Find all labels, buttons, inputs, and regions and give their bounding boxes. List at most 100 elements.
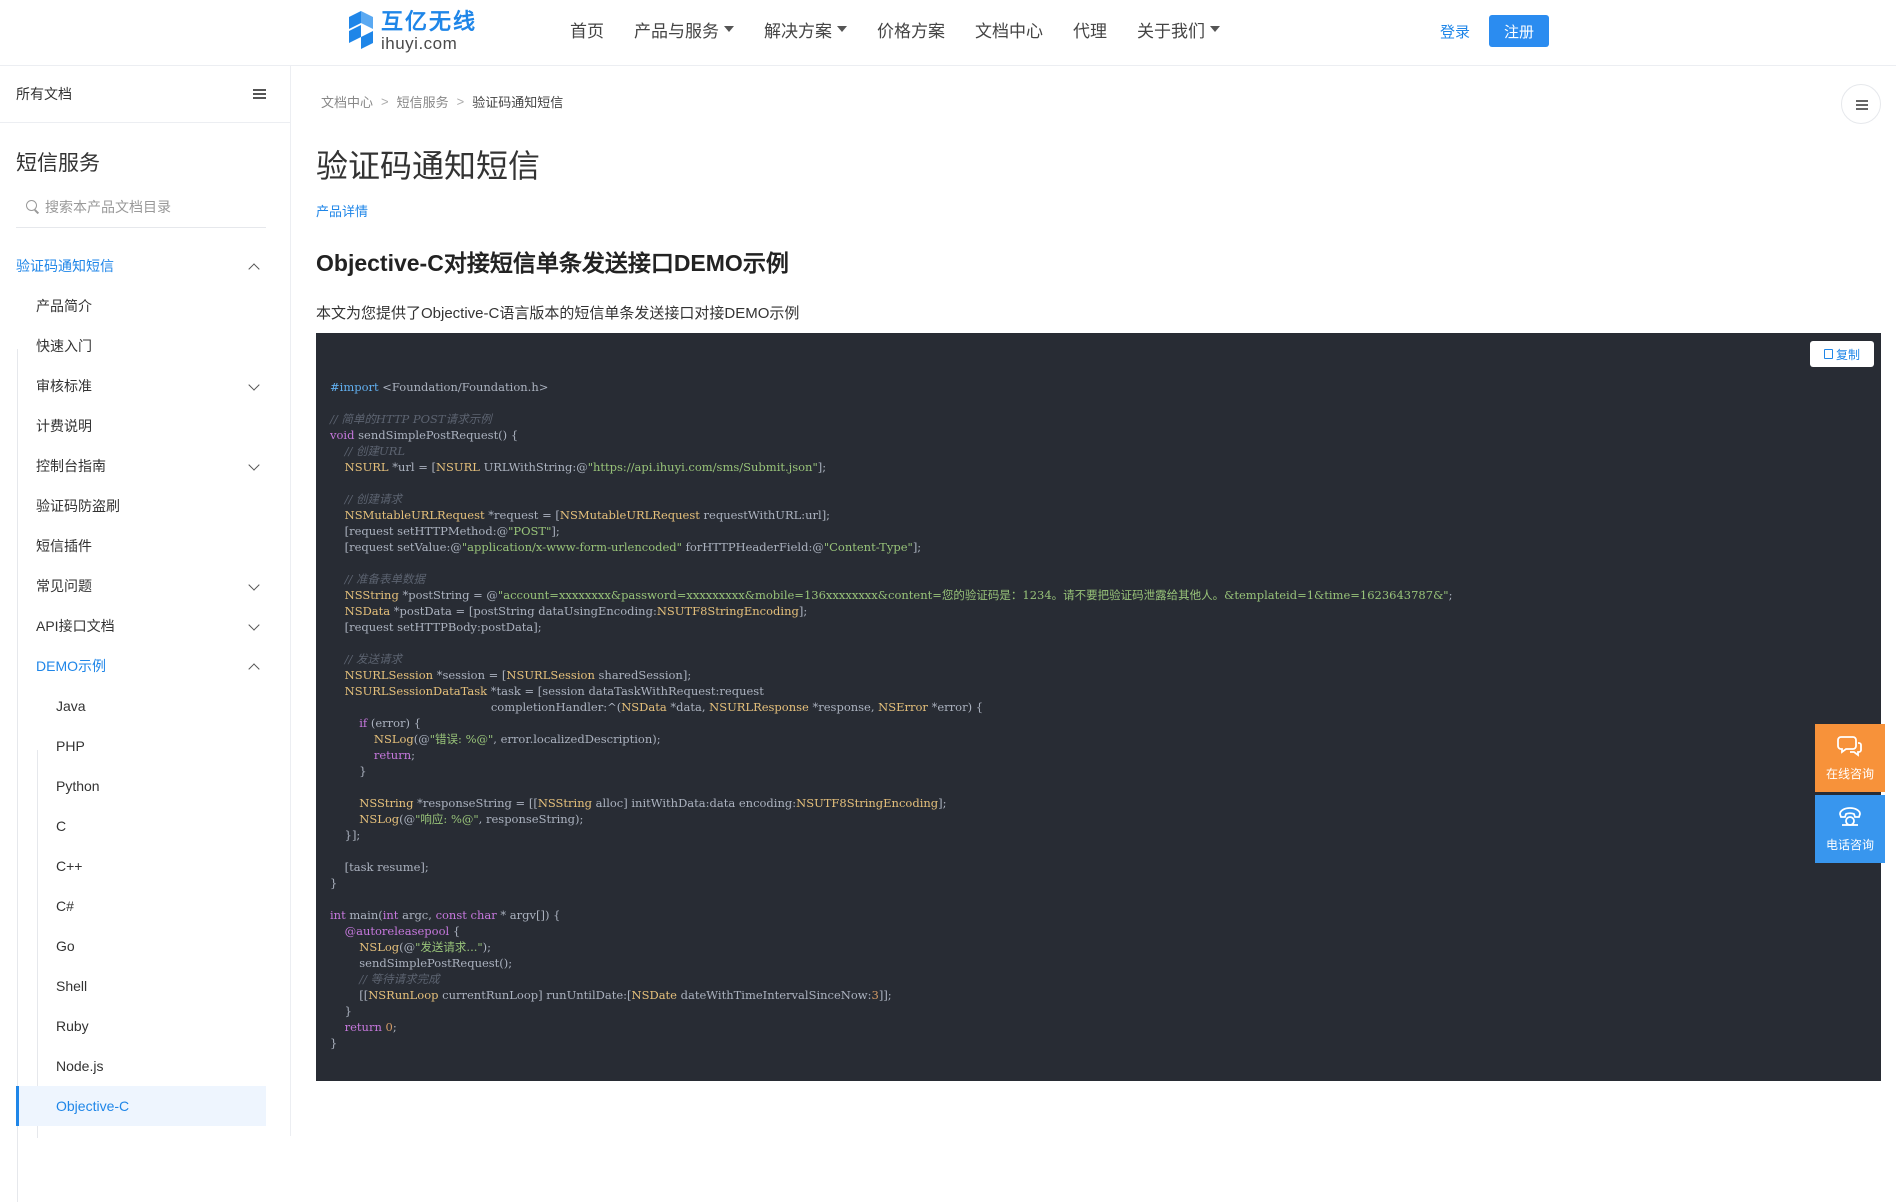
tree-item[interactable]: 快速入门	[0, 326, 291, 366]
tree-item-label: Node.js	[56, 1058, 104, 1074]
breadcrumb-separator: >	[456, 94, 465, 109]
copy-label: 复制	[1835, 347, 1860, 362]
tree-item-label: Objective-C	[56, 1098, 130, 1114]
logo-name-en: ihuyi.com	[381, 33, 458, 53]
tree-item-label: 验证码通知短信	[16, 258, 114, 274]
tree-item[interactable]: Shell	[0, 966, 291, 1006]
tree-item[interactable]: 短信插件	[0, 526, 291, 566]
doc-tree: 验证码通知短信 产品简介快速入门审核标准计费说明控制台指南验证码防盗刷 短信插件常见…	[0, 246, 291, 1126]
tree-item-label: C#	[56, 898, 74, 914]
page-title: 验证码通知短信	[316, 148, 541, 184]
nav-item-label: 代理	[1073, 21, 1107, 41]
chat-icon	[1837, 736, 1862, 757]
breadcrumb-separator: >	[381, 94, 389, 109]
nav-item-label: 产品与服务	[634, 21, 719, 41]
tree-item-label: 验证码防盗刷	[36, 498, 120, 514]
tree-item[interactable]: 计费说明	[0, 406, 291, 446]
sidebar-header: 所有文档	[0, 66, 290, 123]
tree-item-label: 控制台指南	[36, 458, 106, 474]
nav-item[interactable]: 关于我们	[1137, 17, 1220, 42]
menu-icon	[1856, 100, 1868, 102]
tree-item[interactable]: C++	[0, 846, 291, 886]
tree-item[interactable]: Objective-C	[16, 1086, 266, 1126]
sidebar-search-input[interactable]: 搜索本产品文档目录	[16, 186, 266, 228]
tree-item[interactable]: Python	[0, 766, 291, 806]
code-content[interactable]: #import <Foundation/Foundation.h> // 简单的…	[330, 379, 1452, 1051]
section-heading: Objective-C对接短信单条发送接口DEMO示例	[316, 250, 789, 276]
all-docs-label[interactable]: 所有文档	[16, 84, 72, 104]
nav-item[interactable]: 首页	[570, 17, 604, 42]
nav-item-label: 首页	[570, 21, 604, 41]
copy-button[interactable]: 复制	[1810, 341, 1874, 367]
tree-item-label: 产品简介	[36, 298, 92, 314]
list-menu-icon[interactable]	[253, 89, 266, 99]
menu-icon-bar	[1856, 104, 1868, 106]
main-nav: 首页 产品与服务 解决方案 价格方案 文档中心 代理 关于我们	[570, 0, 1250, 58]
tree-item-label: DEMO示例	[36, 658, 106, 674]
chevron-up-icon[interactable]	[248, 263, 260, 275]
tree-item-label: C++	[56, 858, 83, 874]
breadcrumb-item[interactable]: 短信服务	[397, 92, 449, 111]
tree-item[interactable]: 验证码防盗刷	[0, 486, 291, 526]
search-icon	[26, 200, 39, 213]
nav-item[interactable]: 价格方案	[877, 17, 945, 42]
tree-item[interactable]: Java	[0, 686, 291, 726]
top-header: 互亿无线 ihuyi.com 首页 产品与服务 解决方案 价格方案 文档中心 代理 关于我们…	[0, 0, 1896, 66]
tree-item[interactable]: DEMO示例	[0, 646, 291, 686]
nav-item[interactable]: 产品与服务	[634, 17, 734, 42]
tree-item-label: 计费说明	[36, 418, 92, 434]
tree-item[interactable]: PHP	[0, 726, 291, 766]
tree-item-label: Python	[56, 778, 100, 794]
tree-item-label: 短信插件	[36, 538, 92, 554]
breadcrumb-item[interactable]: 文档中心	[321, 92, 373, 111]
nav-item[interactable]: 解决方案	[764, 17, 847, 42]
chevron-up-icon[interactable]	[248, 663, 260, 675]
tree-item[interactable]: 常见问题	[0, 566, 291, 606]
tree-item[interactable]: C#	[0, 886, 291, 926]
nav-item-label: 解决方案	[764, 21, 832, 41]
chevron-down-icon[interactable]	[248, 459, 260, 471]
tree-item[interactable]: C	[0, 806, 291, 846]
tree-item[interactable]: Node.js	[0, 1046, 291, 1086]
nav-item-label: 关于我们	[1137, 21, 1205, 41]
tree-item-label: Ruby	[56, 1018, 89, 1034]
phone-icon	[1839, 807, 1861, 826]
tree-item[interactable]: Ruby	[0, 1006, 291, 1046]
toc-menu-button[interactable]	[1841, 84, 1881, 124]
tree-item-label: 审核标准	[36, 378, 92, 394]
online-consult-button[interactable]: 在线咨询	[1815, 724, 1885, 792]
caret-down-icon	[837, 26, 847, 32]
phone-consult-button[interactable]: 电话咨询	[1815, 795, 1885, 863]
tree-item[interactable]: 验证码通知短信	[0, 246, 291, 286]
tree-item-label: Java	[56, 698, 86, 714]
tree-item-label: 快速入门	[36, 338, 92, 354]
doc-sidebar: 所有文档 短信服务 搜索本产品文档目录 验证码通知短信 产品简介快速入门审核标准计…	[0, 66, 291, 1202]
section-description: 本文为您提供了Objective-C语言版本的短信单条发送接口对接DEMO示例	[316, 305, 800, 322]
tree-item-label: C	[56, 818, 67, 834]
chevron-down-icon[interactable]	[248, 379, 260, 391]
logo-icon	[349, 11, 373, 49]
tree-item[interactable]: 审核标准	[0, 366, 291, 406]
menu-icon-bar	[1856, 108, 1868, 110]
tree-item[interactable]: Go	[0, 926, 291, 966]
nav-item[interactable]: 代理	[1073, 17, 1107, 42]
product-detail-link[interactable]: 产品详情	[316, 201, 368, 220]
tree-item-label: PHP	[56, 738, 85, 754]
chevron-down-icon[interactable]	[248, 619, 260, 631]
tree-item[interactable]: 控制台指南	[0, 446, 291, 486]
nav-item[interactable]: 文档中心	[975, 17, 1043, 42]
chevron-down-icon[interactable]	[248, 579, 260, 591]
breadcrumb-current: 验证码通知短信	[472, 95, 564, 110]
caret-down-icon	[1210, 26, 1220, 32]
tree-item[interactable]: API接口文档	[0, 606, 291, 646]
brand-logo[interactable]: 互亿无线 ihuyi.com	[347, 9, 477, 53]
tree-item[interactable]: 产品简介	[0, 286, 291, 326]
search-placeholder: 搜索本产品文档目录	[45, 198, 171, 215]
nav-item-label: 价格方案	[877, 21, 945, 41]
register-button[interactable]: 注册	[1489, 15, 1549, 47]
section-title: 短信服务	[16, 152, 100, 175]
code-block: 复制 #import <Foundation/Foundation.h> // …	[316, 333, 1881, 1081]
login-link[interactable]: 登录	[1440, 21, 1470, 42]
tree-item-label: Shell	[56, 978, 88, 994]
nav-item-label: 文档中心	[975, 21, 1043, 41]
